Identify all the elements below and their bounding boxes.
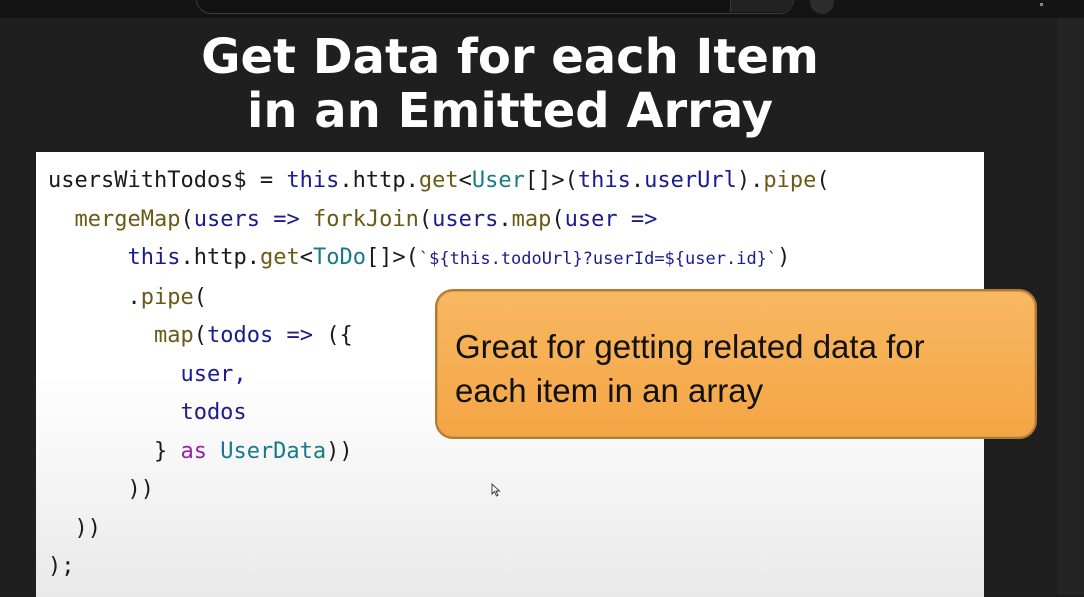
microphone-icon[interactable]	[810, 0, 834, 14]
code-line-11: );	[48, 554, 75, 579]
code-line-7: todos	[48, 400, 247, 425]
mouse-cursor-icon	[491, 483, 501, 497]
code-line-2: mergeMap(users => forkJoin(users.map(use…	[74, 206, 658, 232]
callout-line-2: each item in an array	[455, 372, 764, 409]
browser-topbar	[0, 0, 1084, 18]
search-button[interactable]	[730, 0, 793, 12]
code-line-10: ))	[48, 515, 101, 541]
callout-line-1: Great for getting related data for	[455, 328, 925, 365]
callout-text: Great for getting related data for each i…	[455, 325, 1025, 413]
slide-title: Get Data for each Item in an Emitted Arr…	[0, 30, 1020, 138]
right-edge-strip	[1058, 18, 1084, 595]
code-line-4: .pipe(	[48, 284, 207, 310]
search-input[interactable]	[196, 0, 794, 14]
code-line-6: user,	[48, 361, 247, 387]
code-line-8: } as UserData))	[48, 438, 353, 464]
slide-title-line-2: in an Emitted Array	[246, 83, 774, 139]
code-line-9: ))	[48, 477, 154, 502]
kebab-menu-icon[interactable]	[1040, 0, 1047, 6]
code-line-1: usersWithTodos$ = this.http.get<User[]>(…	[48, 168, 830, 193]
callout-box: Great for getting related data for each i…	[435, 289, 1037, 439]
code-line-5: map(todos => ({	[153, 323, 353, 348]
presentation-slide: Get Data for each Item in an Emitted Arr…	[0, 18, 1084, 597]
code-line-3: this.http.get<ToDo[]>(`${this.todoUrl}?u…	[127, 245, 791, 270]
slide-title-line-1: Get Data for each Item	[201, 29, 819, 85]
